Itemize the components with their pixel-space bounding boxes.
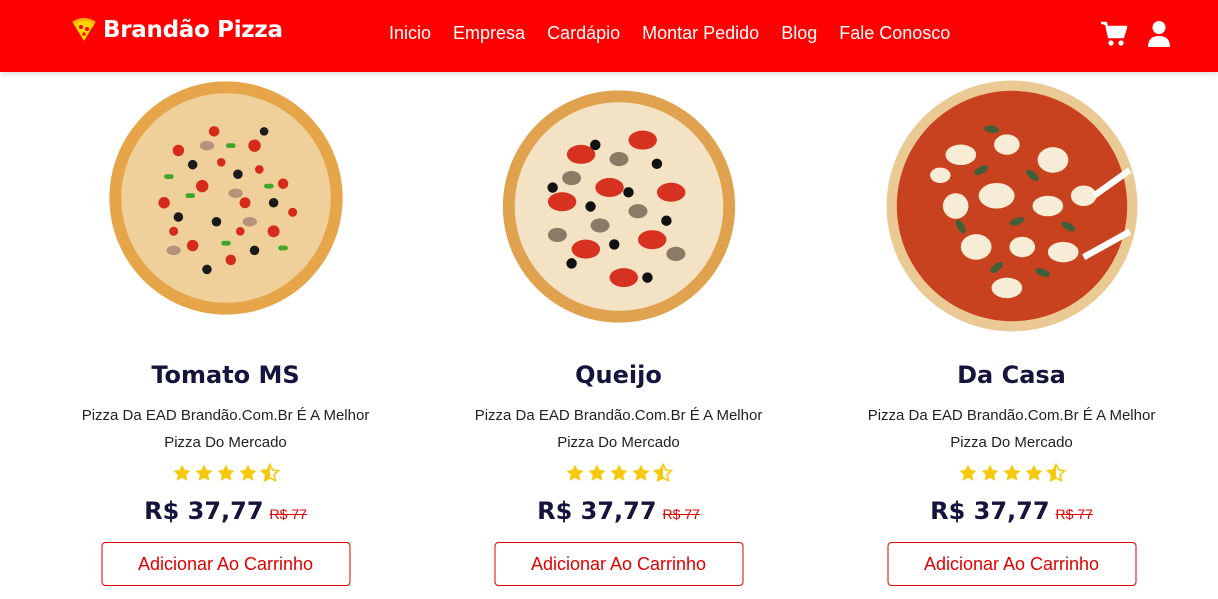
description-line: Pizza Da EAD Brandão.Com.Br É A Melhor (81, 407, 370, 424)
product-old-price: R$ 77 (1055, 506, 1093, 522)
description-line: Pizza Da EAD Brandão.Com.Br É A Melhor (474, 407, 763, 424)
star-half-icon (259, 463, 280, 483)
product-title: Queijo (575, 361, 662, 389)
price-row: R$ 37,77 R$ 77 (815, 497, 1208, 525)
add-to-cart-button[interactable]: Adicionar Ao Carrinho (101, 542, 350, 586)
rating-stars (565, 463, 673, 483)
nav-item-blog[interactable]: Blog (781, 23, 817, 44)
star-icon (959, 464, 976, 481)
star-icon (1003, 464, 1020, 481)
cart-icon[interactable] (1100, 20, 1128, 48)
description-line: Pizza Do Mercado (950, 434, 1073, 451)
star-icon (981, 464, 998, 481)
product-old-price: R$ 77 (269, 506, 307, 522)
add-to-cart-button[interactable]: Adicionar Ao Carrinho (887, 542, 1136, 586)
product-description: Pizza Da EAD Brandão.Com.Br É A Melhor P… (66, 402, 386, 456)
product-price: R$ 37,77 (144, 497, 264, 525)
pizza-image (886, 80, 1137, 332)
description-line: Pizza Da EAD Brandão.Com.Br É A Melhor (867, 407, 1156, 424)
main-nav: Inicio Empresa Cardápio Montar Pedido Bl… (389, 23, 950, 44)
product-card: Tomato MS Pizza Da EAD Brandão.Com.Br É … (29, 72, 422, 599)
nav-item-cardapio[interactable]: Cardápio (547, 23, 620, 44)
star-half-icon (1045, 463, 1066, 483)
star-icon (588, 464, 605, 481)
brand-logo[interactable]: Brandão Pizza (71, 17, 283, 43)
site-header: Brandão Pizza Inicio Empresa Cardápio Mo… (0, 0, 1218, 72)
product-card: Queijo Pizza Da EAD Brandão.Com.Br É A M… (422, 72, 815, 599)
star-half-icon (652, 463, 673, 483)
star-icon (1025, 464, 1042, 481)
nav-item-fale-conosco[interactable]: Fale Conosco (839, 23, 950, 44)
pizza-logo-icon (72, 18, 96, 41)
product-title: Tomato MS (151, 361, 300, 389)
product-description: Pizza Da EAD Brandão.Com.Br É A Melhor P… (459, 402, 779, 456)
product-description: Pizza Da EAD Brandão.Com.Br É A Melhor P… (852, 402, 1172, 456)
star-icon (217, 464, 234, 481)
rating-stars (172, 463, 280, 483)
rating-stars (958, 463, 1066, 483)
pizza-image (108, 81, 343, 315)
price-row: R$ 37,77 R$ 77 (29, 497, 422, 525)
product-card: Da Casa Pizza Da EAD Brandão.Com.Br É A … (815, 72, 1208, 599)
brand-name: Brandão Pizza (103, 17, 283, 43)
nav-item-empresa[interactable]: Empresa (453, 23, 525, 44)
star-icon (566, 464, 583, 481)
description-line: Pizza Do Mercado (557, 434, 680, 451)
user-icon[interactable] (1147, 20, 1171, 48)
star-icon (610, 464, 627, 481)
product-price: R$ 37,77 (930, 497, 1050, 525)
price-row: R$ 37,77 R$ 77 (422, 497, 815, 525)
product-price: R$ 37,77 (537, 497, 657, 525)
product-old-price: R$ 77 (662, 506, 700, 522)
add-to-cart-button[interactable]: Adicionar Ao Carrinho (494, 542, 743, 586)
pizza-image (502, 90, 735, 323)
product-title: Da Casa (957, 361, 1066, 389)
star-icon (195, 464, 212, 481)
star-icon (632, 464, 649, 481)
star-icon (173, 464, 190, 481)
nav-item-montar-pedido[interactable]: Montar Pedido (642, 23, 759, 44)
description-line: Pizza Do Mercado (164, 434, 287, 451)
star-icon (239, 464, 256, 481)
nav-item-inicio[interactable]: Inicio (389, 23, 431, 44)
